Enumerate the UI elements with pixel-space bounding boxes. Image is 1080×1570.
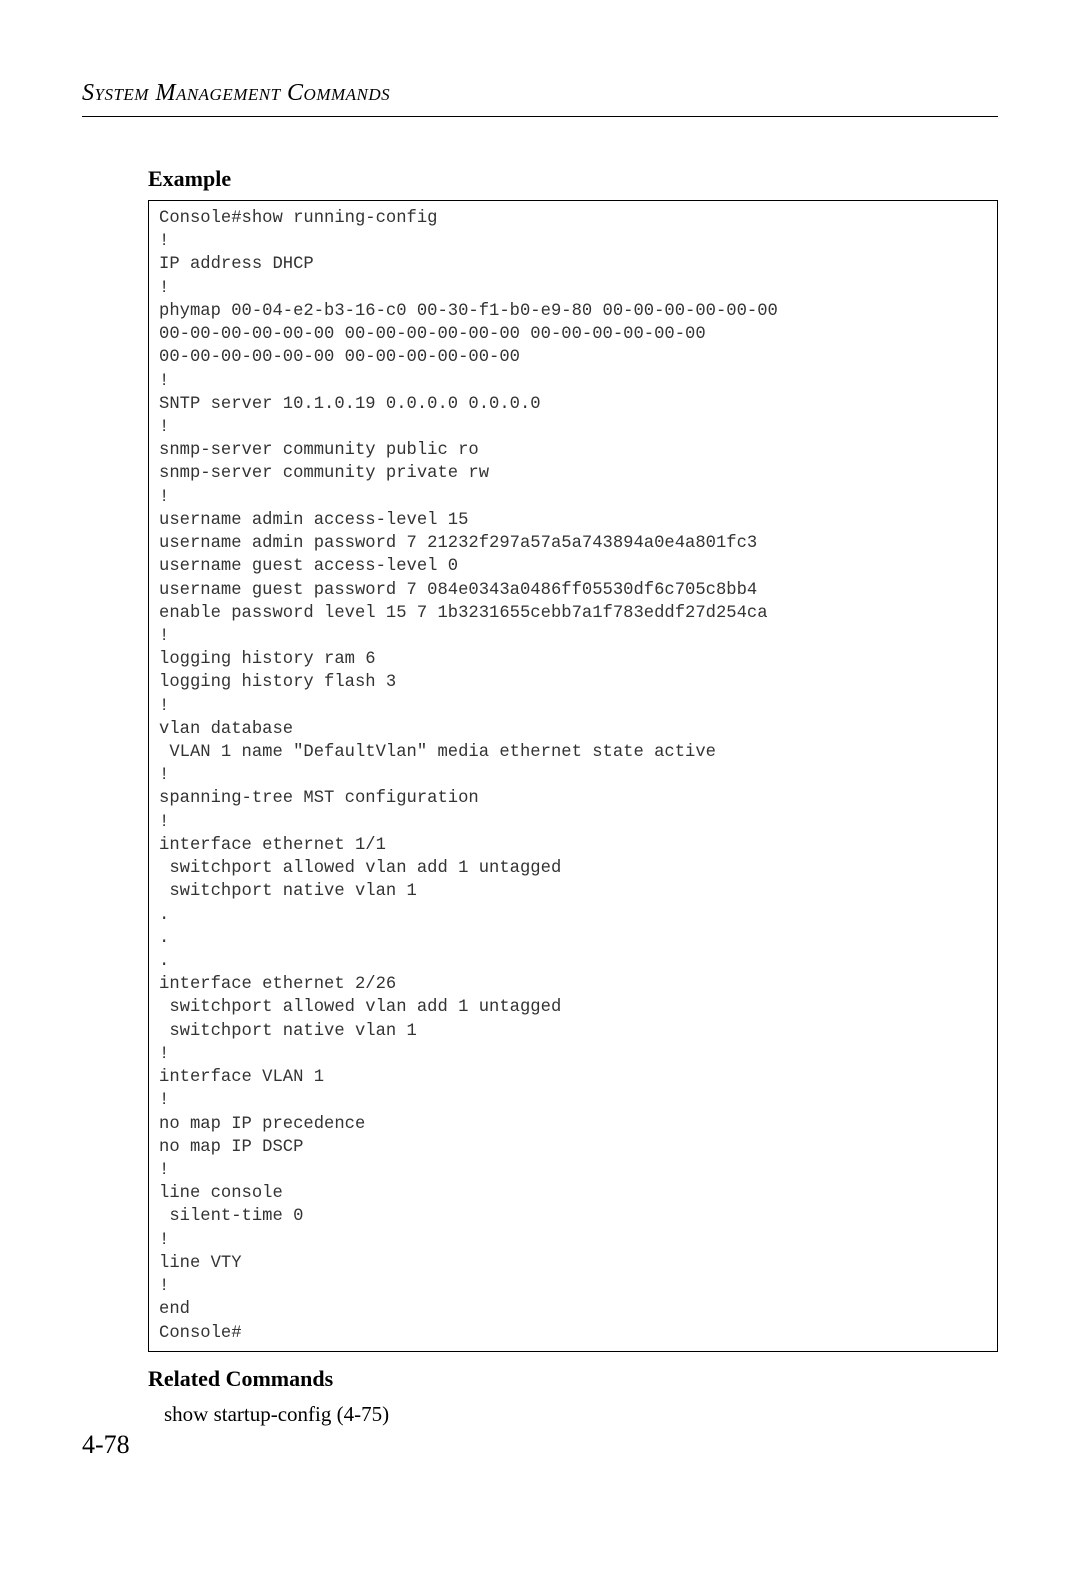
page-header: System Management Commands — [82, 80, 390, 107]
code-block: Console#show running-config ! IP address… — [148, 200, 998, 1352]
page-number: 4-78 — [82, 1430, 130, 1460]
header-divider — [82, 116, 998, 117]
related-commands-body: show startup-config (4-75) — [164, 1402, 998, 1427]
page-content: Example Console#show running-config ! IP… — [148, 160, 998, 1427]
related-commands-heading: Related Commands — [148, 1366, 998, 1392]
example-heading: Example — [148, 166, 998, 192]
